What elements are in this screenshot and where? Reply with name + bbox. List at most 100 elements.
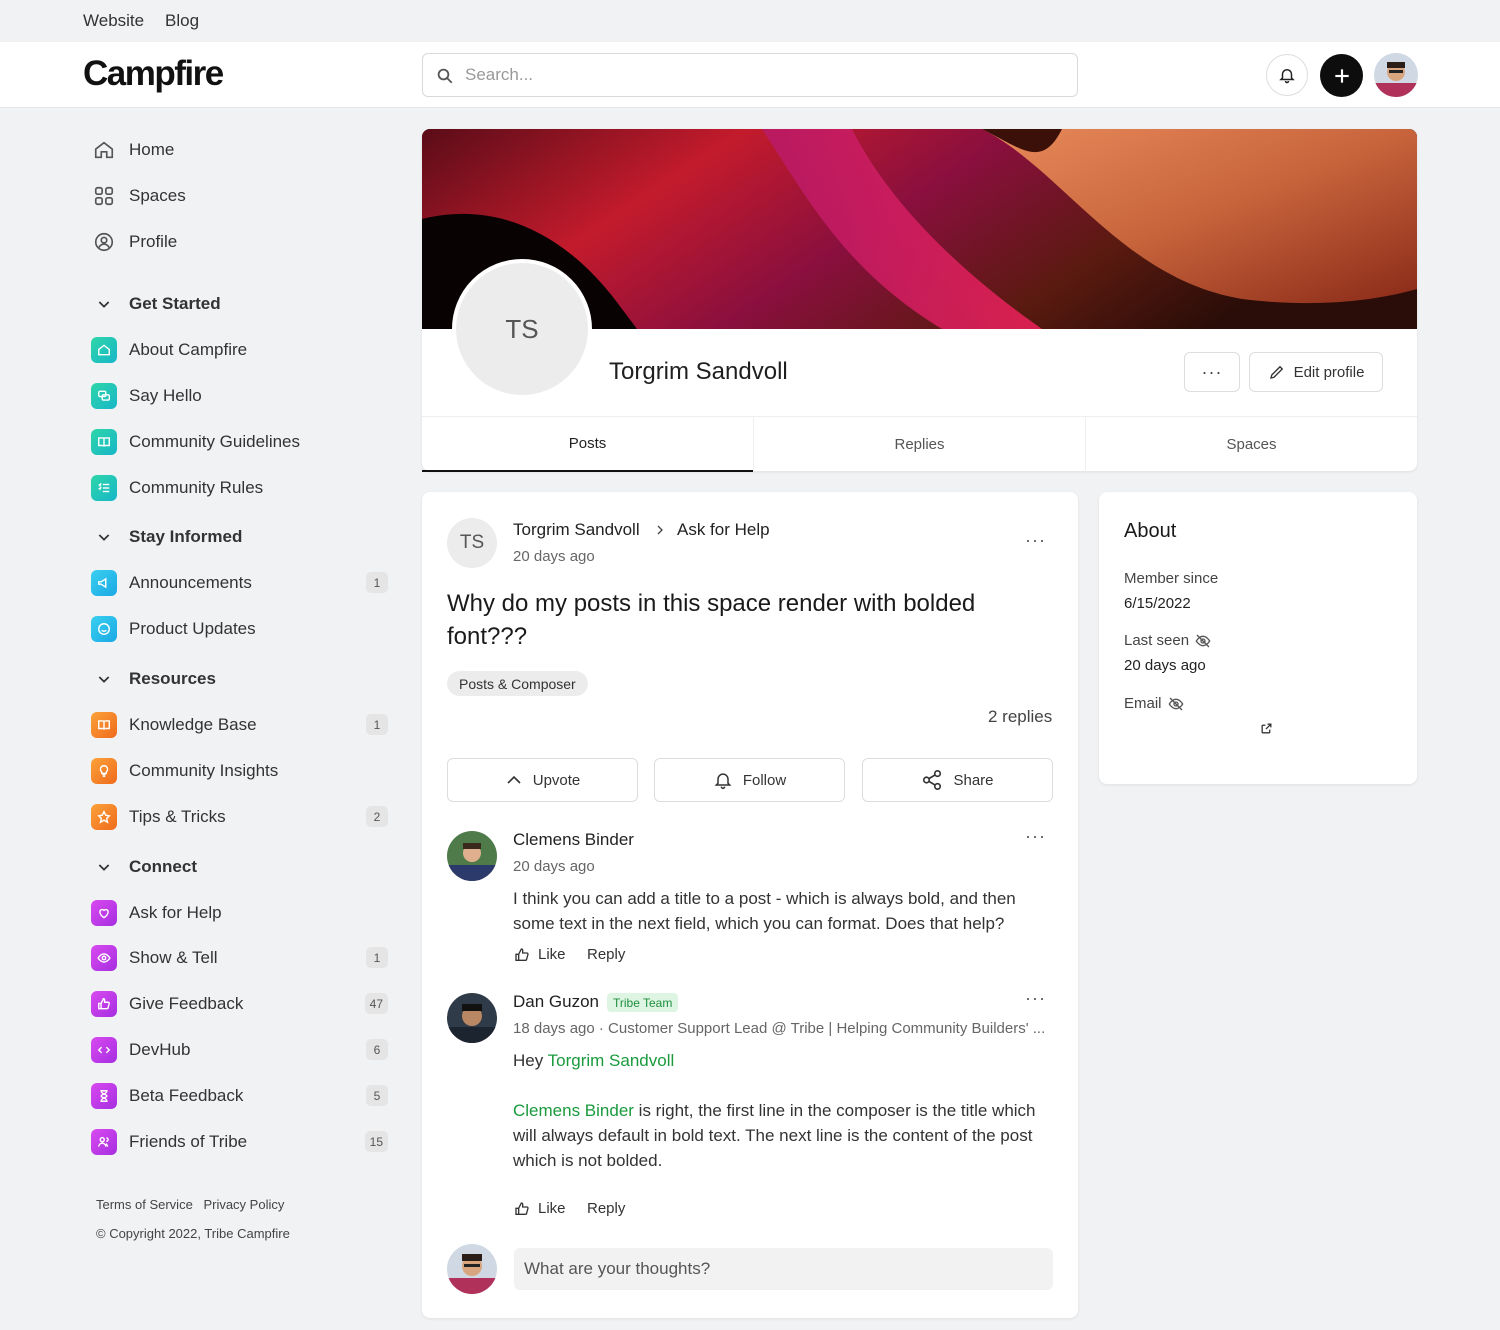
- blog-link[interactable]: Blog: [165, 11, 199, 31]
- post-tag[interactable]: Posts & Composer: [447, 671, 588, 696]
- app-header: Campfire: [0, 42, 1500, 108]
- reply-author-name[interactable]: Clemens Binder: [513, 830, 634, 850]
- space-say-hello[interactable]: Say Hello: [91, 381, 391, 411]
- comment-input[interactable]: [514, 1248, 1053, 1290]
- section-stay-informed[interactable]: Stay Informed: [91, 522, 391, 552]
- share-button[interactable]: Share: [862, 758, 1053, 802]
- profile-more-button[interactable]: ···: [1184, 352, 1240, 392]
- user-avatar[interactable]: [1374, 53, 1418, 97]
- tab-spaces[interactable]: Spaces: [1086, 417, 1417, 472]
- search-input[interactable]: [465, 54, 1065, 96]
- mention-link[interactable]: Clemens Binder: [513, 1101, 634, 1120]
- nav-home[interactable]: Home: [91, 135, 391, 165]
- space-label: Say Hello: [129, 386, 202, 405]
- space-product-updates[interactable]: Product Updates: [91, 614, 391, 644]
- like-button[interactable]: Like: [514, 1200, 566, 1217]
- unread-badge: 2: [366, 806, 388, 827]
- section-connect[interactable]: Connect: [91, 852, 391, 882]
- space-tips-tricks[interactable]: Tips & Tricks 2: [91, 802, 391, 832]
- unread-badge: 6: [366, 1039, 388, 1060]
- section-get-started[interactable]: Get Started: [91, 289, 391, 319]
- space-community-rules[interactable]: Community Rules: [91, 473, 391, 503]
- post-title-line-2: font???: [447, 623, 528, 650]
- about-title: About: [1124, 520, 1177, 542]
- reply-time: 20 days ago: [513, 858, 595, 875]
- post-author-name[interactable]: Torgrim Sandvoll: [513, 520, 640, 540]
- reply-text-line-1: I think you can add a title to a post - …: [513, 889, 1016, 908]
- nav-spaces-label: Spaces: [129, 186, 186, 205]
- privacy-link[interactable]: Privacy Policy: [203, 1197, 284, 1212]
- reply-button[interactable]: Reply: [587, 1200, 625, 1217]
- thumbs-up-icon: [515, 947, 529, 961]
- space-about-campfire[interactable]: About Campfire: [91, 335, 391, 365]
- reply-author-name[interactable]: Dan Guzon: [513, 992, 599, 1012]
- space-community-insights[interactable]: Community Insights: [91, 756, 391, 786]
- post-space-link[interactable]: Ask for Help: [677, 520, 770, 540]
- reply-more-icon[interactable]: ···: [1025, 826, 1046, 847]
- space-label: Product Updates: [129, 619, 256, 638]
- chevron-down-icon: [91, 524, 117, 550]
- space-beta-feedback[interactable]: Beta Feedback 5: [91, 1081, 391, 1111]
- heart-icon: [91, 900, 117, 926]
- section-resources[interactable]: Resources: [91, 664, 391, 694]
- external-link-icon[interactable]: [1260, 722, 1273, 735]
- post-title-line-1: Why do my posts in this space render wit…: [447, 590, 976, 617]
- eye-off-icon: [1168, 697, 1183, 710]
- reply-text-span: is right, the first line in the composer…: [633, 1101, 1036, 1120]
- post-author-avatar[interactable]: TS: [447, 518, 497, 568]
- campfire-logo[interactable]: Campfire: [83, 54, 224, 94]
- chat-icon: [91, 383, 117, 409]
- upvote-label: Upvote: [532, 771, 581, 789]
- reply-more-icon[interactable]: ···: [1025, 988, 1046, 1009]
- space-label: Community Insights: [129, 761, 279, 780]
- reply-author-avatar[interactable]: [447, 993, 497, 1043]
- nav-spaces[interactable]: Spaces: [91, 181, 391, 211]
- thumbs-up-icon: [515, 1201, 529, 1215]
- last-seen-label: Last seen: [1124, 632, 1190, 649]
- top-links-bar: Website Blog: [0, 0, 1500, 42]
- notifications-button[interactable]: [1266, 54, 1308, 96]
- search-bar[interactable]: [422, 53, 1078, 97]
- post-more-icon[interactable]: ···: [1025, 530, 1046, 551]
- like-label: Like: [538, 946, 566, 963]
- tab-posts[interactable]: Posts: [422, 417, 753, 472]
- website-link[interactable]: Website: [83, 11, 144, 31]
- replies-count[interactable]: 2 replies: [988, 707, 1052, 727]
- tab-replies[interactable]: Replies: [754, 417, 1085, 472]
- share-label: Share: [953, 771, 994, 789]
- megaphone-icon: [91, 570, 117, 596]
- email-row: Email: [1124, 695, 1184, 712]
- space-label: About Campfire: [129, 340, 248, 359]
- bell-icon: [1279, 69, 1295, 84]
- space-friends-of-tribe[interactable]: Friends of Tribe 15: [91, 1127, 391, 1157]
- hourglass-icon: [91, 1083, 117, 1109]
- mention-link[interactable]: Torgrim Sandvoll: [548, 1051, 675, 1070]
- eye-icon: [91, 945, 117, 971]
- section-title: Get Started: [129, 294, 221, 313]
- reply-author-avatar[interactable]: [447, 831, 497, 881]
- space-knowledge-base[interactable]: Knowledge Base 1: [91, 710, 391, 740]
- edit-profile-button[interactable]: Edit profile: [1249, 352, 1383, 392]
- chevron-down-icon: [91, 854, 117, 880]
- space-devhub[interactable]: DevHub 6: [91, 1035, 391, 1065]
- space-community-guidelines[interactable]: Community Guidelines: [91, 427, 391, 457]
- section-title: Resources: [129, 669, 216, 688]
- space-give-feedback[interactable]: Give Feedback 47: [91, 989, 391, 1019]
- space-label: Announcements: [129, 573, 252, 592]
- space-label: DevHub: [129, 1040, 191, 1059]
- reply-button[interactable]: Reply: [587, 946, 625, 963]
- space-ask-for-help[interactable]: Ask for Help: [91, 898, 391, 928]
- section-title: Stay Informed: [129, 527, 243, 546]
- terms-link[interactable]: Terms of Service: [96, 1197, 193, 1212]
- reply-text-line-3: which is not bolded.: [513, 1151, 663, 1170]
- chevron-down-icon: [91, 291, 117, 317]
- space-announcements[interactable]: Announcements 1: [91, 568, 391, 598]
- unread-badge: 47: [364, 993, 388, 1014]
- space-show-tell[interactable]: Show & Tell 1: [91, 943, 391, 973]
- create-button[interactable]: [1320, 54, 1363, 97]
- follow-button[interactable]: Follow: [654, 758, 845, 802]
- upvote-button[interactable]: Upvote: [447, 758, 638, 802]
- like-button[interactable]: Like: [514, 946, 566, 963]
- nav-profile[interactable]: Profile: [91, 227, 391, 257]
- profile-avatar: TS: [452, 259, 592, 399]
